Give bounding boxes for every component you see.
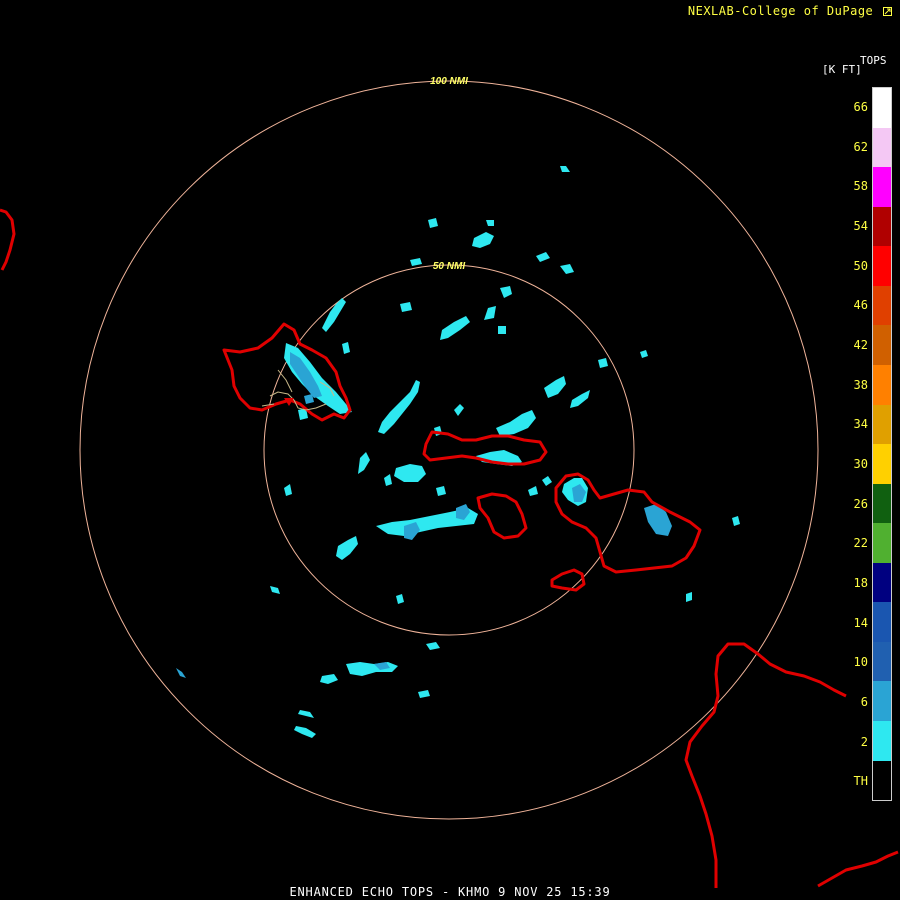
legend-label-18: 18	[853, 575, 868, 590]
legend-color-scale	[872, 87, 892, 801]
legend-label-50: 50	[853, 258, 868, 273]
legend-title: TOPS	[860, 54, 887, 67]
legend-swatch-42	[873, 325, 891, 365]
legend-swatch-6	[873, 681, 891, 721]
legend-swatch-38	[873, 364, 891, 405]
legend-swatch-50	[873, 246, 891, 286]
island-kahoolawe-outline	[550, 568, 586, 592]
legend-swatch-th	[873, 760, 891, 801]
legend-label-6: 6	[860, 694, 868, 709]
legend-label-30: 30	[853, 456, 868, 471]
island-molokai-outline	[422, 430, 548, 466]
legend-label-th: TH	[853, 774, 868, 789]
ring-label-50nmi: 50 NMI	[433, 261, 465, 272]
legend-swatch-54	[873, 206, 891, 247]
legend-swatch-10	[873, 641, 891, 682]
coastlines	[0, 208, 899, 888]
legend-swatch-58	[873, 167, 891, 207]
legend-swatch-34	[873, 404, 891, 445]
product-footer-label: ENHANCED ECHO TOPS - KHMO 9 NOV 25 15:39	[289, 885, 611, 899]
legend-units: [K FT]	[822, 63, 862, 76]
radar-map: 100 NMI 50 NMI	[0, 76, 899, 888]
island-hawaii-outline	[684, 642, 847, 888]
island-niihau-outline	[0, 208, 16, 271]
legend-label-38: 38	[853, 377, 868, 392]
legend-swatch-26	[873, 483, 891, 524]
island-hawaii-outline-south	[817, 850, 899, 888]
legend-swatch-2	[873, 721, 891, 761]
legend-label-46: 46	[853, 298, 868, 313]
legend-label-14: 14	[853, 615, 868, 630]
legend-swatch-62	[873, 127, 891, 168]
legend-swatch-66	[873, 88, 891, 128]
range-ring-100nmi	[79, 80, 819, 820]
legend-swatch-18	[873, 562, 891, 603]
legend-label-2: 2	[860, 734, 868, 749]
legend-label-10: 10	[853, 655, 868, 670]
legend-scale-labels: 66 62 58 54 50 46 42 38 34 30 26 22 18 14 10 6 2 TH	[836, 87, 870, 801]
legend-label-22: 22	[853, 536, 868, 551]
credit-text: NEXLAB-College of DuPage	[687, 4, 874, 18]
legend-label-62: 62	[853, 139, 868, 154]
range-ring-50nmi	[263, 264, 635, 636]
legend-label-42: 42	[853, 337, 868, 352]
corner-arrow-icon[interactable]	[883, 7, 892, 16]
legend-label-54: 54	[853, 218, 868, 233]
legend-swatch-14	[873, 602, 891, 642]
credit-label: NEXLAB-College of DuPage	[688, 4, 892, 18]
island-lanai-outline	[476, 492, 528, 540]
legend-swatch-22	[873, 523, 891, 563]
ring-label-100nmi: 100 NMI	[430, 76, 468, 87]
legend-swatch-46	[873, 285, 891, 326]
legend-label-58: 58	[853, 179, 868, 194]
legend-label-26: 26	[853, 496, 868, 511]
legend-label-34: 34	[853, 417, 868, 432]
legend-swatch-30	[873, 444, 891, 484]
echo-returns	[176, 166, 740, 738]
legend-label-66: 66	[853, 99, 868, 114]
